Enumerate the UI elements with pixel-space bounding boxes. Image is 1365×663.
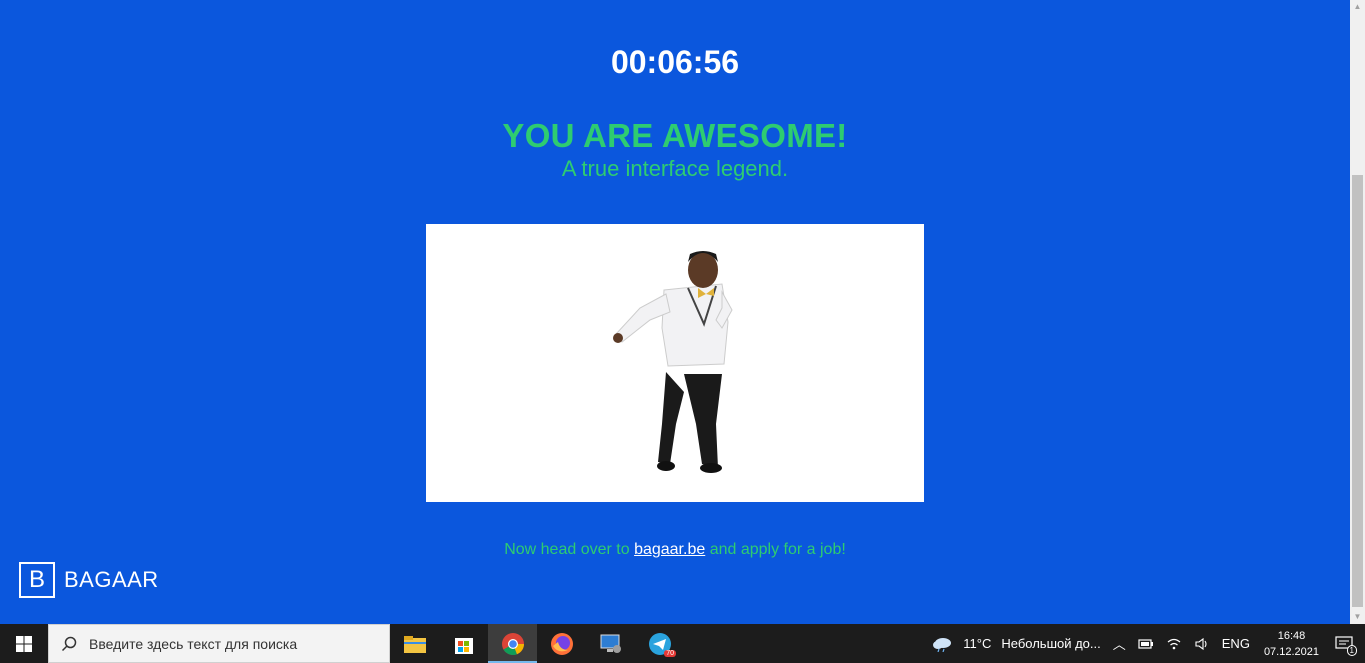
footer-message: Now head over to bagaar.be and apply for… xyxy=(0,541,1350,559)
wifi-icon xyxy=(1167,638,1181,649)
system-tray: 11°C Небольшой до... ︿ ENG 16:48 07.12.2… xyxy=(925,624,1365,663)
battery-tray[interactable] xyxy=(1138,638,1154,650)
telegram-badge: 70 xyxy=(664,650,676,657)
logo-mark: B xyxy=(19,562,55,598)
store-icon xyxy=(454,637,473,654)
taskbar-chrome[interactable] xyxy=(488,624,537,663)
volume-tray[interactable] xyxy=(1194,637,1210,651)
windows-logo-icon xyxy=(16,635,32,652)
scroll-down-arrow-icon[interactable]: ▼ xyxy=(1350,610,1365,624)
taskbar-telegram[interactable]: 70 xyxy=(635,624,684,663)
vertical-scrollbar[interactable]: ▲ ▼ xyxy=(1350,0,1365,624)
subheadline: A true interface legend. xyxy=(561,156,789,181)
action-center-button[interactable]: 1 xyxy=(1335,635,1357,656)
remote-desktop-icon xyxy=(600,634,621,653)
show-hidden-icons-button[interactable]: ︿ xyxy=(1113,634,1126,653)
wifi-tray[interactable] xyxy=(1166,637,1182,651)
footer-suffix: and apply for a job! xyxy=(705,541,846,558)
search-placeholder: Введите здесь текст для поиска xyxy=(89,635,298,652)
clock-date: 07.12.2021 xyxy=(1263,645,1319,658)
dancer-illustration xyxy=(613,251,733,473)
bagaar-logo[interactable]: B BAGAAR xyxy=(19,562,159,598)
taskbar-firefox[interactable] xyxy=(537,624,586,663)
weather-widget[interactable]: 11°C Небольшой до... xyxy=(931,636,1101,652)
page-background: 00:06:56 YOU ARE AWESOME! A true interfa… xyxy=(0,0,1350,624)
windows-taskbar: Введите здесь текст для поиска 70 11°C Н… xyxy=(0,624,1365,663)
battery-icon xyxy=(1138,638,1153,649)
taskbar-remote-desktop[interactable] xyxy=(586,624,635,663)
speaker-icon xyxy=(1195,637,1207,650)
chevron-up-icon: ︿ xyxy=(1112,637,1126,652)
elapsed-timer: 00:06:56 xyxy=(610,44,740,80)
cloud-rain-icon xyxy=(933,637,952,652)
scroll-up-arrow-icon[interactable]: ▲ xyxy=(1350,0,1365,14)
logo-wordmark: BAGAAR xyxy=(64,567,159,592)
language-indicator[interactable]: ENG xyxy=(1222,636,1250,651)
taskbar-file-explorer[interactable] xyxy=(390,624,439,663)
file-explorer-icon xyxy=(403,635,426,653)
taskbar-store[interactable] xyxy=(439,624,488,663)
firefox-icon xyxy=(550,632,573,655)
start-button[interactable] xyxy=(0,624,48,663)
weather-temp: 11°C xyxy=(963,636,992,651)
weather-text: Небольшой до... xyxy=(1001,636,1101,651)
taskbar-search-box[interactable]: Введите здесь текст для поиска xyxy=(48,624,390,663)
headline: YOU ARE AWESOME! xyxy=(502,117,848,154)
chrome-icon xyxy=(501,632,524,655)
search-icon xyxy=(61,636,77,651)
scroll-thumb[interactable] xyxy=(1352,175,1363,607)
dancing-gif xyxy=(426,224,924,502)
notification-count: 1 xyxy=(1346,644,1357,656)
clock-time: 16:48 xyxy=(1277,629,1306,642)
bagaar-link[interactable]: bagaar.be xyxy=(634,541,705,558)
taskbar-clock[interactable]: 16:48 07.12.2021 xyxy=(1264,628,1319,660)
footer-prefix: Now head over to xyxy=(504,541,635,558)
